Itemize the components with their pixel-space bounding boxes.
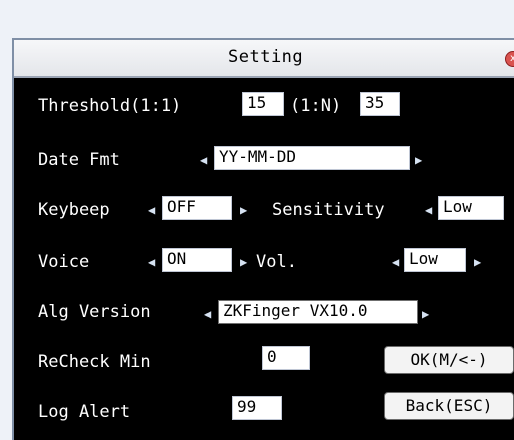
- voice-label: Voice: [38, 252, 90, 272]
- window-title: Setting: [228, 47, 304, 67]
- alg-version-select[interactable]: ZKFinger VX10.0: [218, 300, 418, 324]
- keybeep-label: Keybeep: [38, 200, 110, 220]
- recheck-min-field[interactable]: 0: [262, 346, 310, 370]
- vol-left-arrow-icon[interactable]: ◀: [392, 252, 399, 272]
- close-icon[interactable]: x: [505, 51, 514, 67]
- recheck-min-label: ReCheck Min: [38, 352, 151, 372]
- vol-label: Vol.: [256, 252, 297, 272]
- keybeep-select[interactable]: OFF: [162, 196, 232, 220]
- threshold-1-1-field[interactable]: 15: [242, 92, 284, 116]
- ok-button[interactable]: OK(M/<-): [384, 346, 514, 374]
- threshold-1-n-field[interactable]: 35: [360, 92, 400, 116]
- settings-window: Setting x Threshold(1:1) 15 (1:N) 35 Dat…: [12, 38, 514, 440]
- alg-version-label: Alg Version: [38, 302, 151, 322]
- threshold-label: Threshold(1:1): [38, 96, 182, 116]
- threshold-1-n-label: (1:N): [290, 96, 342, 116]
- title-bar: Setting x: [14, 40, 514, 78]
- vol-right-arrow-icon[interactable]: ▶: [474, 252, 481, 272]
- voice-left-arrow-icon[interactable]: ◀: [148, 252, 155, 272]
- date-fmt-right-arrow-icon[interactable]: ▶: [415, 150, 422, 170]
- vol-select[interactable]: Low: [404, 248, 466, 272]
- keybeep-left-arrow-icon[interactable]: ◀: [148, 200, 155, 220]
- sensitivity-select[interactable]: Low: [438, 196, 504, 220]
- voice-select[interactable]: ON: [162, 248, 232, 272]
- voice-right-arrow-icon[interactable]: ▶: [240, 252, 247, 272]
- log-alert-field[interactable]: 99: [232, 396, 282, 420]
- alg-version-left-arrow-icon[interactable]: ◀: [204, 304, 211, 324]
- back-button[interactable]: Back(ESC): [384, 392, 514, 420]
- date-fmt-label: Date Fmt: [38, 150, 120, 170]
- alg-version-right-arrow-icon[interactable]: ▶: [422, 304, 429, 324]
- sensitivity-label: Sensitivity: [272, 200, 385, 220]
- date-fmt-select[interactable]: YY-MM-DD: [214, 146, 410, 170]
- date-fmt-left-arrow-icon[interactable]: ◀: [200, 150, 207, 170]
- log-alert-label: Log Alert: [38, 402, 131, 422]
- sensitivity-left-arrow-icon[interactable]: ◀: [425, 200, 432, 220]
- keybeep-right-arrow-icon[interactable]: ▶: [240, 200, 247, 220]
